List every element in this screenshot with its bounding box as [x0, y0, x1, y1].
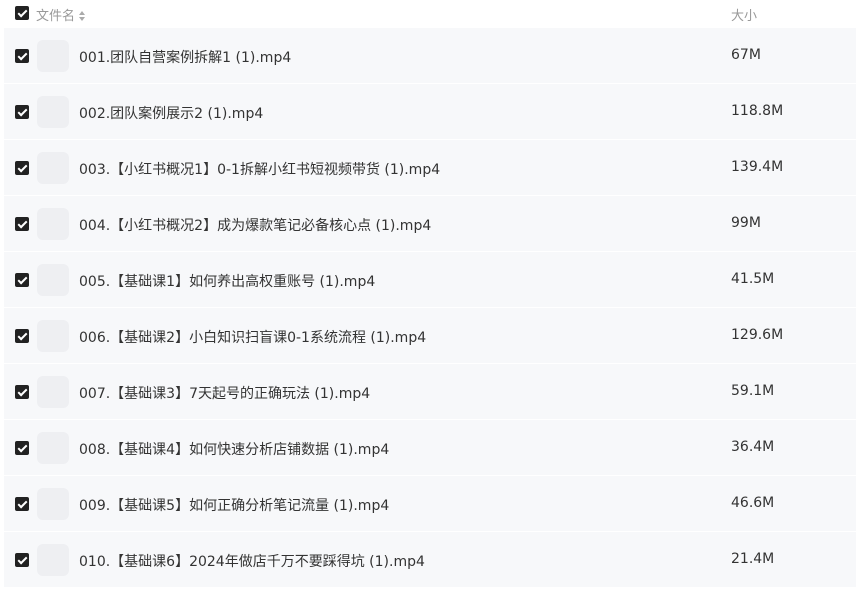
file-size: 21.4M	[731, 551, 775, 567]
column-header-name-label: 文件名	[36, 9, 76, 24]
file-thumbnail	[37, 432, 69, 464]
file-name[interactable]: 010.【基础课6】2024年做店千万不要踩得坑 (1).mp4	[79, 551, 425, 571]
file-size: 129.6M	[731, 327, 784, 343]
sort-icon[interactable]	[79, 11, 86, 21]
file-size: 139.4M	[731, 159, 784, 175]
file-row[interactable]: 006.【基础课2】小白知识扫盲课0-1系统流程 (1).mp4 129.6M	[4, 308, 856, 364]
file-name[interactable]: 003.【小红书概况1】0-1拆解小红书短视频带货 (1).mp4	[79, 159, 440, 179]
file-thumbnail	[37, 208, 69, 240]
file-name[interactable]: 004.【小红书概况2】成为爆款笔记必备核心点 (1).mp4	[79, 215, 431, 235]
row-checkbox[interactable]	[15, 553, 29, 567]
file-thumbnail	[37, 152, 69, 184]
file-thumbnail	[37, 488, 69, 520]
file-size: 67M	[731, 47, 761, 63]
file-name[interactable]: 009.【基础课5】如何正确分析笔记流量 (1).mp4	[79, 495, 389, 515]
file-size: 59.1M	[731, 383, 775, 399]
column-header-name[interactable]: 文件名	[36, 5, 86, 24]
select-all-checkbox[interactable]	[15, 6, 29, 20]
row-checkbox[interactable]	[15, 105, 29, 119]
file-row[interactable]: 004.【小红书概况2】成为爆款笔记必备核心点 (1).mp4 99M	[4, 196, 856, 252]
row-checkbox[interactable]	[15, 441, 29, 455]
row-checkbox[interactable]	[15, 217, 29, 231]
row-checkbox[interactable]	[15, 49, 29, 63]
column-header-size: 大小	[731, 9, 758, 24]
file-thumbnail	[37, 376, 69, 408]
file-name[interactable]: 002.团队案例展示2 (1).mp4	[79, 103, 263, 123]
file-row[interactable]: 008.【基础课4】如何快速分析店铺数据 (1).mp4 36.4M	[4, 420, 856, 476]
row-checkbox[interactable]	[15, 385, 29, 399]
file-size: 41.5M	[731, 271, 775, 287]
file-name[interactable]: 007.【基础课3】7天起号的正确玩法 (1).mp4	[79, 383, 370, 403]
file-rows: 001.团队自营案例拆解1 (1).mp4 67M 002.团队案例展示2 (1…	[0, 28, 858, 588]
file-row[interactable]: 005.【基础课1】如何养出高权重账号 (1).mp4 41.5M	[4, 252, 856, 308]
row-checkbox[interactable]	[15, 273, 29, 287]
file-thumbnail	[37, 544, 69, 576]
file-name[interactable]: 001.团队自营案例拆解1 (1).mp4	[79, 47, 291, 67]
file-row[interactable]: 002.团队案例展示2 (1).mp4 118.8M	[4, 84, 856, 140]
file-thumbnail	[37, 40, 69, 72]
file-row[interactable]: 001.团队自营案例拆解1 (1).mp4 67M	[4, 28, 856, 84]
file-row[interactable]: 009.【基础课5】如何正确分析笔记流量 (1).mp4 46.6M	[4, 476, 856, 532]
list-header: 文件名 大小	[0, 0, 858, 28]
file-thumbnail	[37, 264, 69, 296]
row-checkbox[interactable]	[15, 161, 29, 175]
row-checkbox[interactable]	[15, 497, 29, 511]
file-name[interactable]: 006.【基础课2】小白知识扫盲课0-1系统流程 (1).mp4	[79, 327, 426, 347]
file-row[interactable]: 010.【基础课6】2024年做店千万不要踩得坑 (1).mp4 21.4M	[4, 532, 856, 588]
file-name[interactable]: 008.【基础课4】如何快速分析店铺数据 (1).mp4	[79, 439, 389, 459]
row-checkbox[interactable]	[15, 329, 29, 343]
file-row[interactable]: 007.【基础课3】7天起号的正确玩法 (1).mp4 59.1M	[4, 364, 856, 420]
file-name[interactable]: 005.【基础课1】如何养出高权重账号 (1).mp4	[79, 271, 375, 291]
file-list: 文件名 大小 001.团队自营案例拆解1 (1).mp4 67M 002.团队案…	[0, 0, 858, 589]
file-row[interactable]: 003.【小红书概况1】0-1拆解小红书短视频带货 (1).mp4 139.4M	[4, 140, 856, 196]
file-thumbnail	[37, 96, 69, 128]
file-size: 118.8M	[731, 103, 784, 119]
file-size: 99M	[731, 215, 761, 231]
file-size: 46.6M	[731, 495, 775, 511]
file-size: 36.4M	[731, 439, 775, 455]
file-thumbnail	[37, 320, 69, 352]
